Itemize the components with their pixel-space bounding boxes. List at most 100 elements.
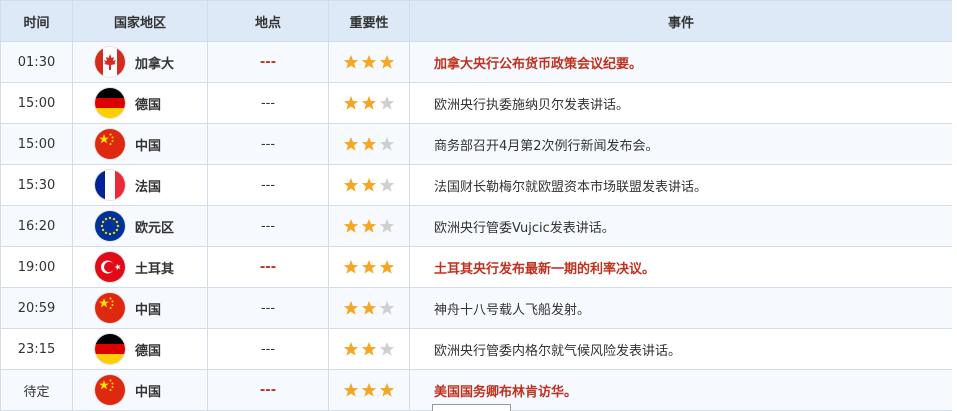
event-description: 欧洲央行管委内格尔就气候风险发表讲话。 — [409, 328, 952, 370]
importance-rating — [328, 164, 410, 206]
event-location: --- — [207, 369, 329, 411]
star-filled-icon — [343, 259, 359, 275]
star-filled-icon — [361, 95, 377, 111]
star-filled-icon — [343, 382, 359, 398]
table-row: 23:15 德国 --- 欧洲央行管委内格尔就气候风险发表讲话。 — [0, 328, 952, 370]
event-description: 土耳其央行发布最新一期的利率决议。 — [409, 246, 952, 288]
country-name: 法国 — [135, 179, 162, 195]
table-row: 20:59 中国 --- 神舟十八号载人飞船发射。 — [0, 287, 952, 329]
country-name: 中国 — [135, 138, 162, 154]
country-cell: 中国 — [72, 287, 208, 329]
country-cell: 德国 — [72, 82, 208, 124]
germany-flag-icon — [95, 88, 125, 118]
importance-rating — [328, 369, 410, 411]
event-description: 欧洲央行管委Vujcic发表讲话。 — [409, 205, 952, 247]
country-name: 中国 — [135, 384, 162, 400]
event-time: 15:00 — [0, 82, 73, 124]
canada-flag-icon — [95, 47, 125, 77]
event-description: 商务部召开4月第2次例行新闻发布会。 — [409, 123, 952, 165]
event-location: --- — [207, 41, 329, 83]
star-filled-icon — [343, 54, 359, 70]
star-empty-icon — [379, 218, 395, 234]
calendar-panel: 时间 国家地区 地点 重要性 事件 01:30 加拿大 --- 加拿大央行公布货币政策… — [0, 0, 952, 411]
country-name: 土耳其 — [135, 261, 175, 277]
country-name: 德国 — [135, 343, 162, 359]
star-filled-icon — [361, 218, 377, 234]
event-location: --- — [207, 123, 329, 165]
table-row: 15:30 法国 --- 法国财长勒梅尔就欧盟资本市场联盟发表讲话。 — [0, 164, 952, 206]
table-row: 16:20 欧元区 --- 欧洲央行管委Vujcic发表讲话。 — [0, 205, 952, 247]
event-location: --- — [207, 328, 329, 370]
star-empty-icon — [379, 136, 395, 152]
importance-rating — [328, 82, 410, 124]
event-calendar-table: 时间 国家地区 地点 重要性 事件 01:30 加拿大 --- 加拿大央行公布货币政策… — [0, 0, 952, 411]
turkey-flag-icon — [95, 252, 125, 282]
china-flag-icon — [95, 293, 125, 323]
event-time: 16:20 — [0, 205, 73, 247]
china-flag-icon — [95, 129, 125, 159]
event-description: 加拿大央行公布货币政策会议纪要。 — [409, 41, 952, 83]
star-empty-icon — [379, 177, 395, 193]
germany-flag-icon — [95, 334, 125, 364]
star-filled-icon — [379, 54, 395, 70]
importance-rating — [328, 123, 410, 165]
star-filled-icon — [361, 341, 377, 357]
table-row: 15:00 中国 --- 商务部召开4月第2次例行新闻发布会。 — [0, 123, 952, 165]
country-cell: 德国 — [72, 328, 208, 370]
header-event: 事件 — [409, 0, 952, 42]
country-name: 中国 — [135, 302, 162, 318]
event-time: 待定 — [0, 369, 73, 411]
importance-rating — [328, 41, 410, 83]
star-empty-icon — [379, 341, 395, 357]
star-filled-icon — [361, 300, 377, 316]
country-cell: 加拿大 — [72, 41, 208, 83]
country-cell: 中国 — [72, 123, 208, 165]
star-filled-icon — [361, 177, 377, 193]
country-cell: 法国 — [72, 164, 208, 206]
event-time: 20:59 — [0, 287, 73, 329]
country-name: 欧元区 — [135, 220, 175, 236]
event-location: --- — [207, 246, 329, 288]
star-filled-icon — [379, 259, 395, 275]
table-row: 01:30 加拿大 --- 加拿大央行公布货币政策会议纪要。 — [0, 41, 952, 83]
table-row: 15:00 德国 --- 欧洲央行执委施纳贝尔发表讲话。 — [0, 82, 952, 124]
star-empty-icon — [379, 300, 395, 316]
country-cell: 土耳其 — [72, 246, 208, 288]
france-flag-icon — [95, 170, 125, 200]
star-filled-icon — [379, 382, 395, 398]
country-cell: 中国 — [72, 369, 208, 411]
star-filled-icon — [343, 341, 359, 357]
country-cell: 欧元区 — [72, 205, 208, 247]
eu-flag-icon — [95, 211, 125, 241]
header-country: 国家地区 — [72, 0, 208, 42]
event-time: 15:00 — [0, 123, 73, 165]
country-name: 德国 — [135, 97, 162, 113]
star-filled-icon — [343, 95, 359, 111]
event-location: --- — [207, 287, 329, 329]
event-time: 23:15 — [0, 328, 73, 370]
importance-rating — [328, 328, 410, 370]
event-description: 法国财长勒梅尔就欧盟资本市场联盟发表讲话。 — [409, 164, 952, 206]
table-header-row: 时间 国家地区 地点 重要性 事件 — [0, 0, 952, 42]
star-filled-icon — [361, 382, 377, 398]
table-row: 19:00 土耳其 --- 土耳其央行发布最新一期的利率决议。 — [0, 246, 952, 288]
star-filled-icon — [343, 177, 359, 193]
event-time: 19:00 — [0, 246, 73, 288]
star-empty-icon — [379, 95, 395, 111]
importance-rating — [328, 287, 410, 329]
star-filled-icon — [361, 136, 377, 152]
event-location: --- — [207, 82, 329, 124]
event-location: --- — [207, 164, 329, 206]
event-time: 15:30 — [0, 164, 73, 206]
star-filled-icon — [343, 218, 359, 234]
event-description: 欧洲央行执委施纳贝尔发表讲话。 — [409, 82, 952, 124]
header-location: 地点 — [207, 0, 329, 42]
china-flag-icon — [95, 375, 125, 405]
star-filled-icon — [343, 136, 359, 152]
importance-rating — [328, 246, 410, 288]
star-filled-icon — [361, 259, 377, 275]
country-name: 加拿大 — [135, 56, 175, 72]
header-time: 时间 — [0, 0, 73, 42]
event-description: 神舟十八号载人飞船发射。 — [409, 287, 952, 329]
header-importance: 重要性 — [328, 0, 410, 42]
